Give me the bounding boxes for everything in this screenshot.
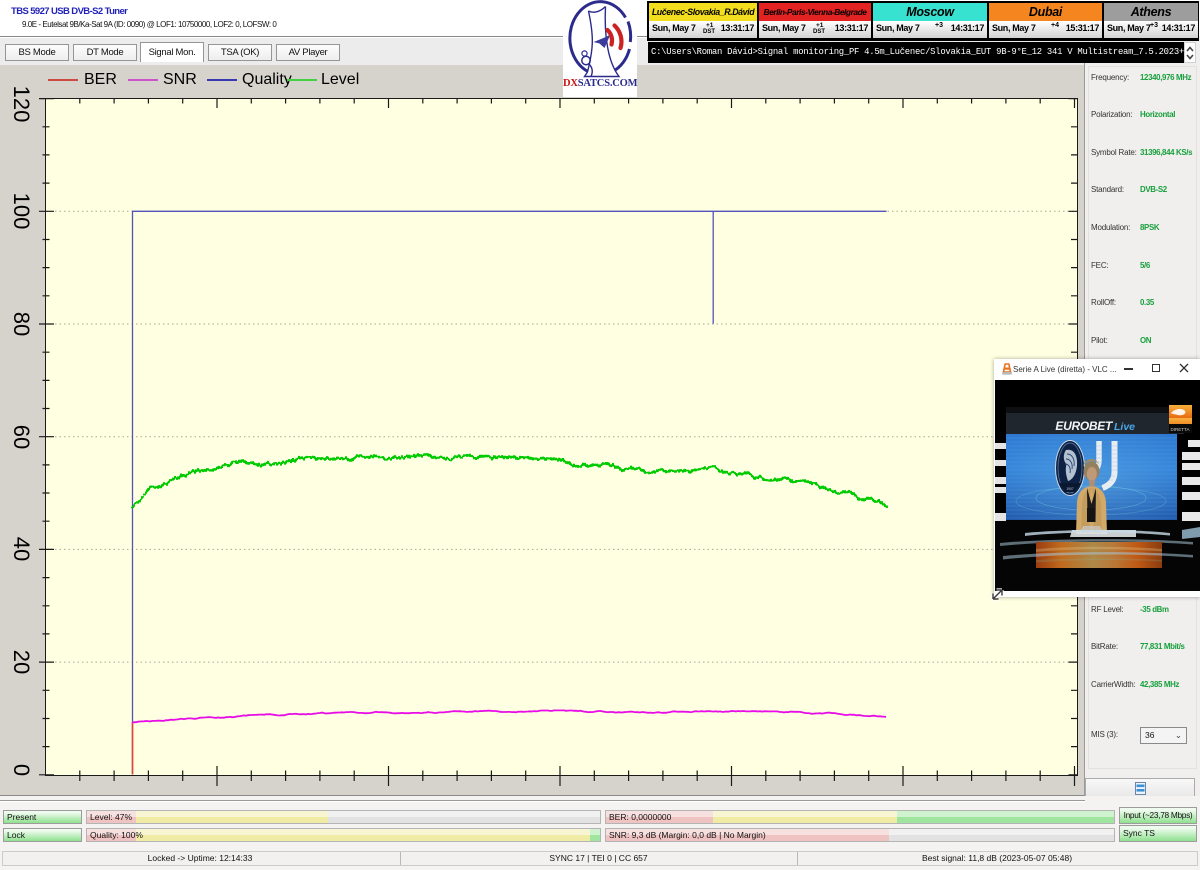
svg-text:EUROBET: EUROBET bbox=[1055, 419, 1114, 433]
svg-text:DIRETTA: DIRETTA bbox=[1171, 427, 1190, 432]
svg-text:1907: 1907 bbox=[1066, 487, 1074, 491]
svg-text:Live: Live bbox=[1114, 421, 1135, 433]
